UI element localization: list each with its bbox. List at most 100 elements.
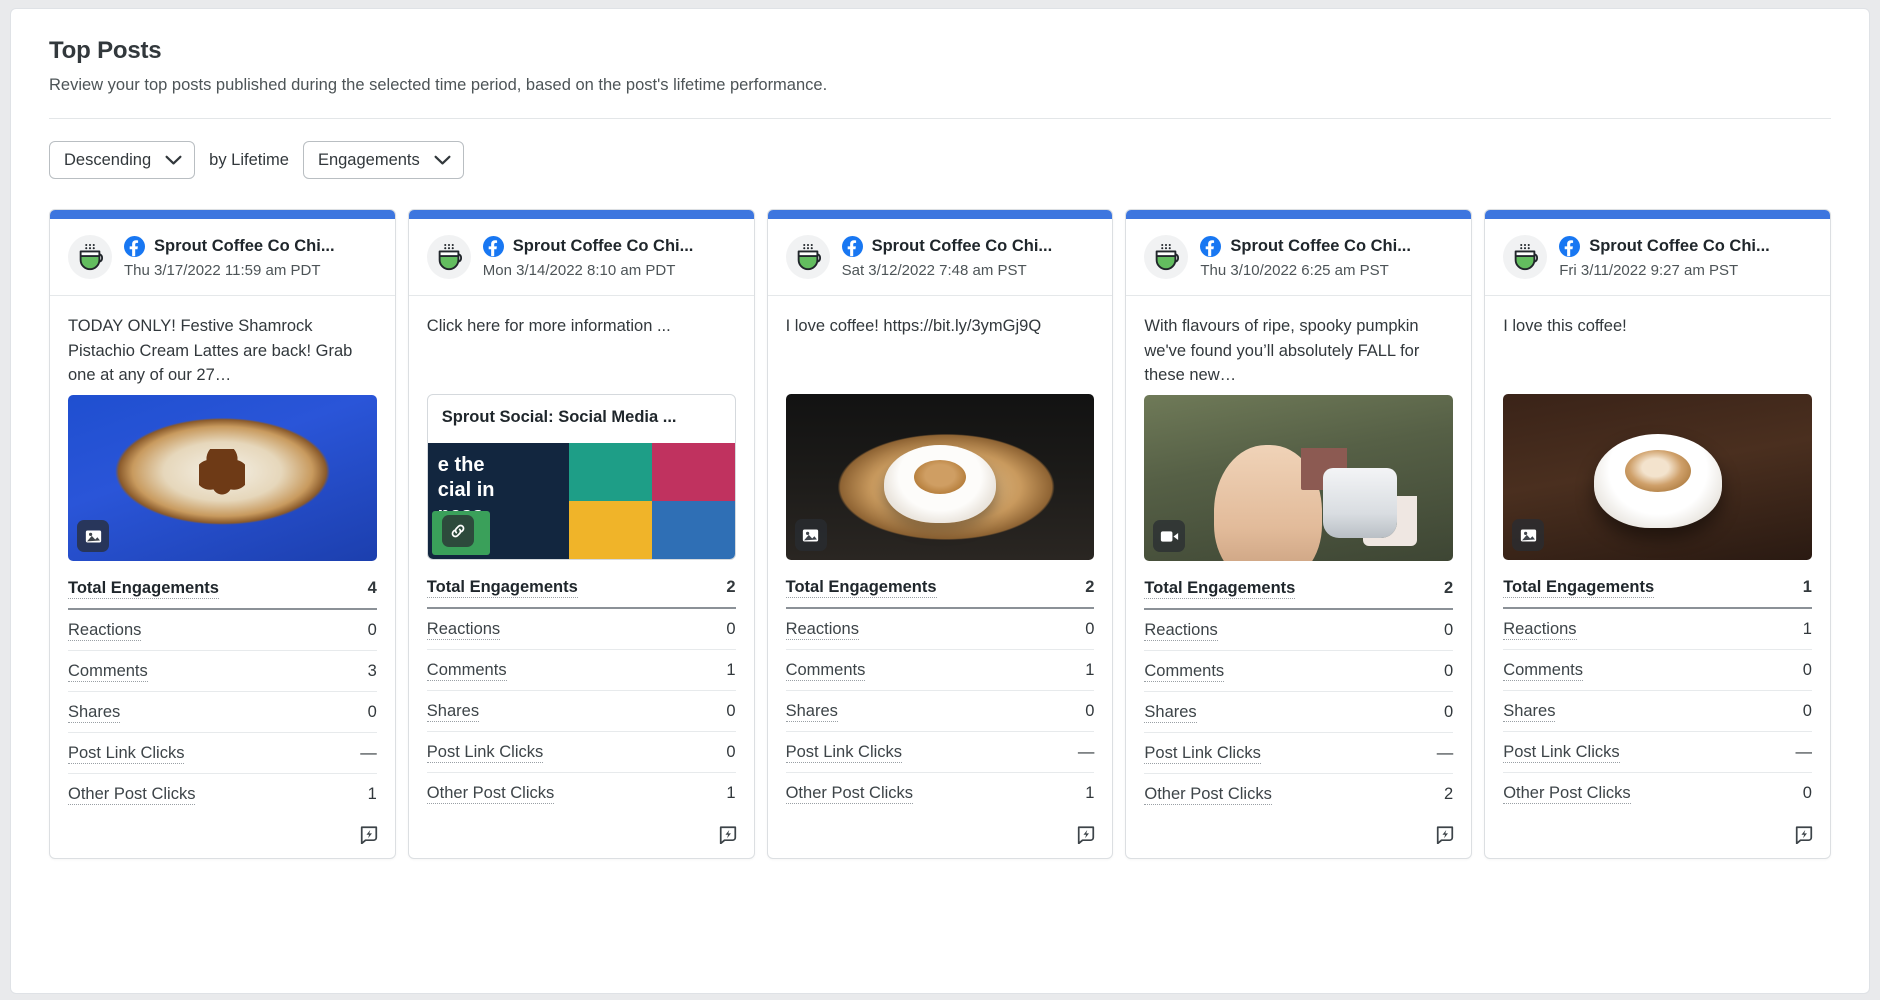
metric-label: Post Link Clicks	[786, 743, 902, 763]
metric-label: Other Post Clicks	[427, 784, 554, 804]
post-date: Thu 3/10/2022 6:25 am PST	[1200, 262, 1453, 279]
network-accent-bar	[768, 210, 1113, 219]
metric-label: Reactions	[1144, 621, 1217, 641]
metric-label: Total Engagements	[786, 578, 937, 598]
metric-row-other-post-clicks: Other Post Clicks 0	[1503, 773, 1812, 813]
metric-value: 0	[368, 703, 377, 722]
post-text: With flavours of ripe, spooky pumpkin we…	[1144, 314, 1453, 387]
post-card[interactable]: Sprout Coffee Co Chi... Sat 3/12/2022 7:…	[767, 209, 1114, 859]
post-date: Fri 3/11/2022 9:27 am PST	[1559, 262, 1812, 279]
metric-value: 0	[726, 620, 735, 639]
avatar	[786, 235, 830, 279]
post-card[interactable]: Sprout Coffee Co Chi... Fri 3/11/2022 9:…	[1484, 209, 1831, 859]
post-card[interactable]: Sprout Coffee Co Chi... Thu 3/17/2022 11…	[49, 209, 396, 859]
avatar	[1144, 235, 1188, 279]
avatar	[1503, 235, 1547, 279]
metric-value: 0	[368, 621, 377, 640]
metric-value: —	[360, 744, 377, 763]
post-card-header: Sprout Coffee Co Chi... Thu 3/10/2022 6:…	[1126, 219, 1471, 296]
network-accent-bar	[1126, 210, 1471, 219]
metric-value: 1	[368, 785, 377, 804]
metric-label: Comments	[1503, 661, 1583, 681]
sort-order-select[interactable]: Descending	[49, 141, 195, 179]
boost-post-icon[interactable]	[1076, 824, 1096, 844]
post-card-body: With flavours of ripe, spooky pumpkin we…	[1126, 296, 1471, 561]
facebook-icon	[483, 236, 504, 257]
metric-row-comments: Comments 1	[786, 650, 1095, 691]
metric-label: Shares	[786, 702, 838, 722]
metric-label: Comments	[68, 662, 148, 682]
metric-value: 0	[1085, 702, 1094, 721]
metric-label: Other Post Clicks	[1144, 785, 1271, 805]
metric-row-post-link-clicks: Post Link Clicks —	[68, 733, 377, 774]
post-card-footer	[409, 814, 754, 858]
coffee-cup-icon	[434, 242, 464, 272]
chevron-down-icon	[434, 155, 451, 166]
metric-value: 2	[1444, 785, 1453, 804]
metric-row-reactions: Reactions 1	[1503, 609, 1812, 650]
metric-label: Reactions	[1503, 620, 1576, 640]
post-card-header: Sprout Coffee Co Chi... Sat 3/12/2022 7:…	[768, 219, 1113, 296]
metric-value: 3	[368, 662, 377, 681]
metric-label: Shares	[427, 702, 479, 722]
metric-row-other-post-clicks: Other Post Clicks 2	[1144, 774, 1453, 814]
metric-row-other-post-clicks: Other Post Clicks 1	[427, 773, 736, 813]
post-date: Thu 3/17/2022 11:59 am PDT	[124, 262, 377, 279]
top-posts-panel: Top Posts Review your top posts publishe…	[10, 8, 1870, 994]
metric-label: Total Engagements	[427, 578, 578, 598]
metric-value: 1	[1803, 578, 1812, 597]
metric-label: Other Post Clicks	[1503, 784, 1630, 804]
boost-post-icon[interactable]	[1435, 824, 1455, 844]
by-lifetime-label: by Lifetime	[209, 151, 289, 170]
metric-label: Reactions	[427, 620, 500, 640]
facebook-icon	[1559, 236, 1580, 257]
metric-label: Post Link Clicks	[427, 743, 543, 763]
post-card-footer	[768, 814, 1113, 858]
post-media[interactable]	[1503, 394, 1812, 560]
network-accent-bar	[409, 210, 754, 219]
metric-value: 1	[1803, 620, 1812, 639]
avatar	[427, 235, 471, 279]
boost-post-icon[interactable]	[359, 824, 379, 844]
metric-row-shares: Shares 0	[68, 692, 377, 733]
coffee-cup-icon	[75, 242, 105, 272]
metric-value: —	[1795, 743, 1812, 762]
post-card[interactable]: Sprout Coffee Co Chi... Mon 3/14/2022 8:…	[408, 209, 755, 859]
avatar	[68, 235, 112, 279]
link-preview[interactable]: Sprout Social: Social Media ... e thecia…	[427, 394, 736, 560]
panel-header: Top Posts Review your top posts publishe…	[11, 9, 1869, 119]
boost-post-icon[interactable]	[1794, 824, 1814, 844]
post-card-footer	[50, 814, 395, 858]
post-card[interactable]: Sprout Coffee Co Chi... Thu 3/10/2022 6:…	[1125, 209, 1472, 859]
post-card-body: I love this coffee!	[1485, 296, 1830, 560]
post-metrics: Total Engagements 1 Reactions 1 Comments…	[1485, 560, 1830, 813]
metric-value: 0	[726, 743, 735, 762]
coffee-cup-icon	[1510, 242, 1540, 272]
post-text: TODAY ONLY! Festive Shamrock Pistachio C…	[68, 314, 377, 387]
post-card-footer	[1485, 814, 1830, 858]
metric-label: Other Post Clicks	[786, 784, 913, 804]
metric-row-comments: Comments 1	[427, 650, 736, 691]
metric-value: 2	[1085, 578, 1094, 597]
metric-value: 1	[1085, 661, 1094, 680]
metric-label: Reactions	[68, 621, 141, 641]
post-text: Click here for more information ...	[427, 314, 736, 386]
post-metrics: Total Engagements 4 Reactions 0 Comments…	[50, 561, 395, 814]
post-media[interactable]	[786, 394, 1095, 560]
coffee-cup-icon	[793, 242, 823, 272]
metric-row-shares: Shares 0	[1503, 691, 1812, 732]
boost-post-icon[interactable]	[718, 824, 738, 844]
metric-label: Shares	[68, 703, 120, 723]
metric-label: Post Link Clicks	[68, 744, 184, 764]
post-date: Mon 3/14/2022 8:10 am PDT	[483, 262, 736, 279]
sort-metric-value: Engagements	[318, 151, 420, 170]
post-media[interactable]	[1144, 395, 1453, 561]
metric-row-other-post-clicks: Other Post Clicks 1	[786, 773, 1095, 813]
metric-label: Shares	[1144, 703, 1196, 723]
post-card-header: Sprout Coffee Co Chi... Fri 3/11/2022 9:…	[1485, 219, 1830, 296]
post-media[interactable]	[68, 395, 377, 561]
account-name: Sprout Coffee Co Chi...	[1230, 237, 1411, 256]
metric-value: 2	[1444, 579, 1453, 598]
sort-metric-select[interactable]: Engagements	[303, 141, 464, 179]
post-text: I love this coffee!	[1503, 314, 1812, 386]
